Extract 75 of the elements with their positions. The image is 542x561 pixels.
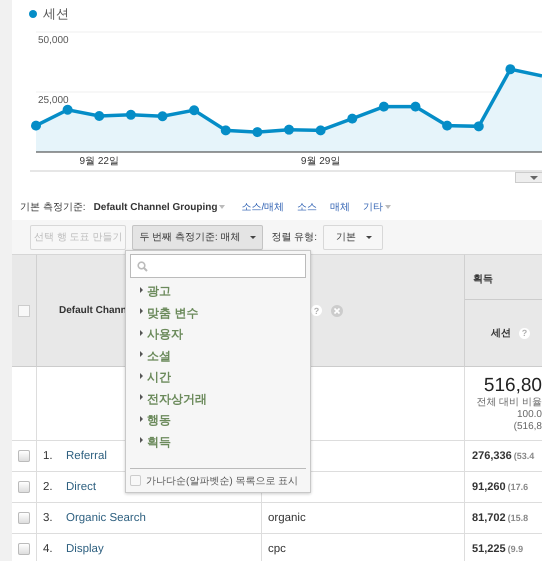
data-point (189, 105, 200, 116)
caret-icon (219, 205, 226, 209)
data-point (284, 124, 294, 135)
y-tick-label: 25,000 (38, 95, 69, 106)
sessions-value: 51,225 (472, 543, 506, 555)
y-tick-label: 50,000 (38, 35, 69, 46)
category-item[interactable]: 사용자 (140, 324, 310, 346)
more-link[interactable]: 기타 (363, 200, 384, 214)
sessions-value: 81,702 (472, 512, 506, 524)
remove-icon[interactable] (331, 305, 343, 317)
row-number: 2. (43, 481, 54, 493)
sort-label: 정렬 유형: (271, 231, 318, 244)
row-number: 1. (43, 450, 54, 462)
channel-link[interactable]: Organic Search (66, 512, 146, 524)
sessions-share: (9.9 (508, 544, 524, 554)
search-field[interactable] (130, 254, 306, 278)
category-item[interactable]: 전자상거래 (140, 388, 310, 410)
primary-dimension[interactable]: Default Channel Grouping (94, 202, 218, 212)
x-tick-label: 9월 29일 (300, 156, 340, 167)
category-item[interactable]: 광고 (140, 281, 310, 302)
category-item[interactable]: 획득 (140, 432, 310, 453)
row-number: 3. (43, 512, 54, 524)
category-item[interactable]: 시간 (140, 367, 310, 388)
data-point (252, 127, 262, 138)
x-tick-label: 9월 22일 (80, 156, 119, 167)
data-point (94, 111, 104, 121)
data-point (505, 64, 516, 74)
data-point (126, 110, 136, 120)
row-checkbox[interactable] (18, 512, 30, 524)
category-item[interactable]: 행동 (140, 410, 310, 432)
sessions-share: (17.6 (508, 482, 528, 492)
caret-icon (385, 205, 392, 209)
data-point (378, 102, 389, 112)
checkbox[interactable] (130, 475, 141, 486)
dimension-link[interactable]: 소스/매체 (241, 200, 284, 214)
row-checkbox[interactable] (18, 481, 30, 493)
data-point (31, 120, 41, 131)
data-point (474, 121, 484, 132)
sessions-share: (15.8 (508, 513, 528, 523)
sessions-value: 276,336 (472, 450, 512, 462)
data-point (442, 120, 452, 131)
category-item[interactable]: 소셜 (140, 346, 310, 367)
sort-button[interactable]: 기본 (323, 224, 384, 250)
row-checkbox[interactable] (18, 543, 30, 555)
row-number: 4. (43, 543, 54, 555)
dimension-link[interactable]: 소스 (297, 200, 318, 214)
secondary-dimension-button[interactable]: 두 번째 측정기준: 매체 (132, 224, 264, 250)
alphabetical-label: 가나다순(알파벳순) 목록으로 표시 (146, 474, 298, 488)
chart-menu-button[interactable] (515, 172, 542, 183)
data-point (220, 125, 231, 136)
total-percent: 100.0 (516, 409, 542, 421)
group-title: 획득 (473, 274, 493, 285)
search-icon (137, 260, 148, 272)
data-point (316, 125, 326, 136)
data-point (158, 111, 168, 122)
dimension-label: 기본 측정기준: (20, 201, 86, 214)
row-checkbox[interactable] (18, 450, 30, 462)
legend-label: 세션 (43, 5, 69, 23)
category-item[interactable]: 맞춤 변수 (140, 302, 310, 324)
table-cell: organic (262, 503, 465, 534)
column-header[interactable]: 세션 (491, 326, 511, 340)
table-cell: cpc (262, 534, 465, 561)
data-point (347, 114, 358, 124)
channel-link[interactable]: Direct (66, 481, 96, 493)
checkbox[interactable] (18, 305, 30, 317)
sessions-share: (53.4 (514, 451, 534, 461)
channel-link[interactable]: Referral (66, 450, 107, 462)
total-label: 전체 대비 비율 (476, 397, 542, 409)
data-point (410, 102, 420, 112)
total-count: (516,8 (514, 421, 542, 433)
sessions-value: 91,260 (472, 481, 506, 493)
dimension-link[interactable]: 매체 (330, 200, 350, 214)
total-value: 516,80 (484, 375, 542, 397)
data-point (62, 104, 73, 115)
channel-link[interactable]: Display (66, 543, 104, 555)
